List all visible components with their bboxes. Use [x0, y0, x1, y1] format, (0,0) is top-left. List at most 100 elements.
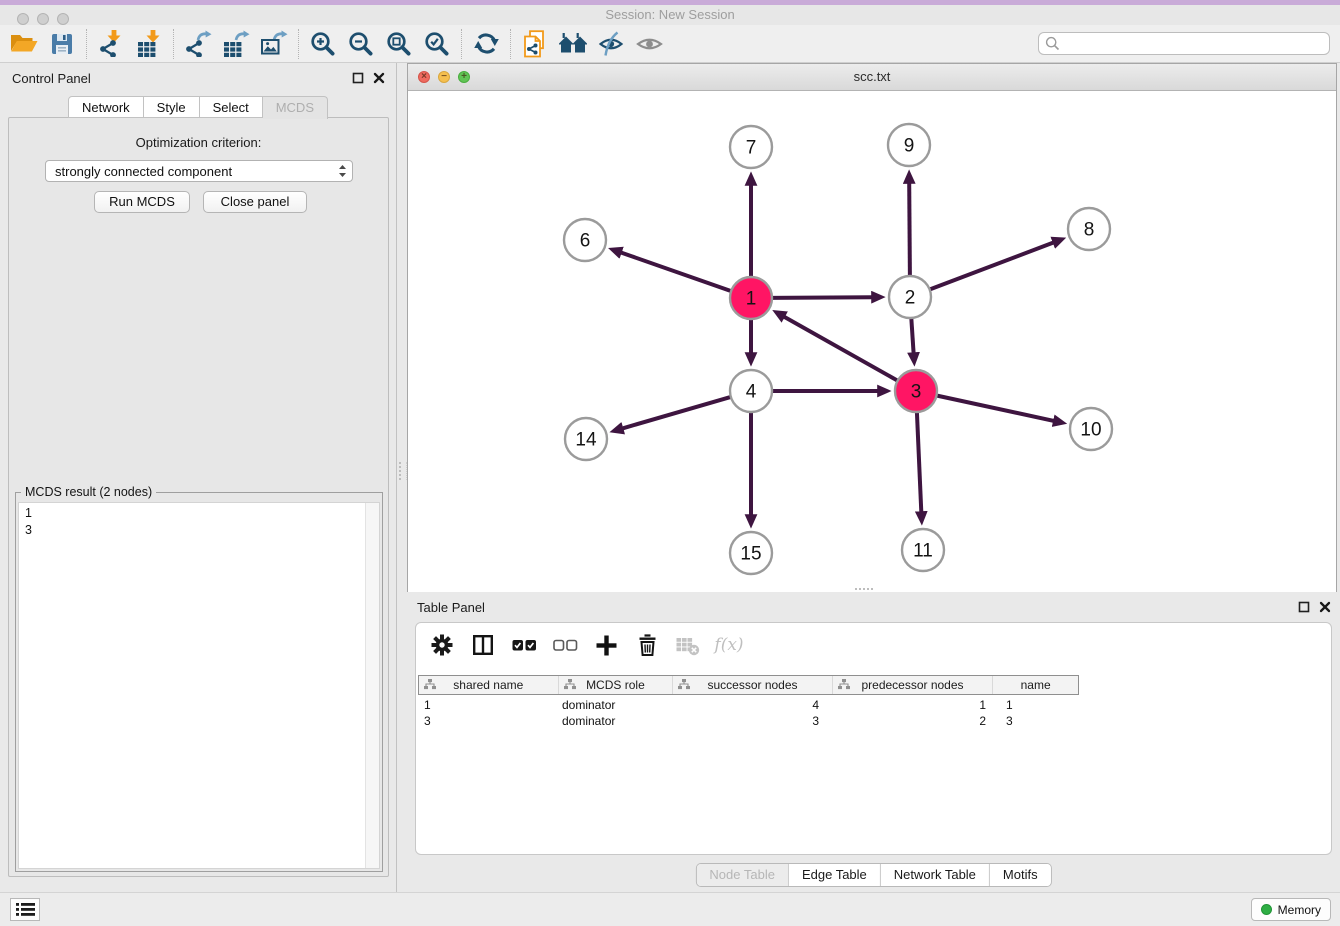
node-6[interactable]: 6: [564, 219, 606, 261]
cell-name[interactable]: 1: [994, 697, 1079, 713]
column-header-mcds-role[interactable]: MCDS role: [559, 676, 674, 694]
zoom-in-button[interactable]: [304, 28, 342, 60]
edge-1-6[interactable]: [621, 253, 731, 292]
column-header-successor-nodes[interactable]: successor nodes: [673, 676, 833, 694]
node-15[interactable]: 15: [730, 532, 772, 574]
network-view-window: × − + scc.txt 7 9 6 8 1 2 4 3 14 10 15 11: [407, 63, 1337, 592]
node-label: 9: [904, 136, 915, 157]
edge-2-8[interactable]: [930, 243, 1054, 290]
column-header-name[interactable]: name: [993, 676, 1078, 694]
network-window-header[interactable]: × − + scc.txt: [408, 64, 1336, 91]
export-image-button[interactable]: [255, 28, 293, 60]
hide-style-button[interactable]: [592, 28, 630, 60]
clone-network-document-button[interactable]: [516, 28, 554, 60]
select-all-checkboxes-button[interactable]: [510, 631, 538, 659]
tab-edge-table[interactable]: Edge Table: [788, 864, 880, 886]
edge-2-3[interactable]: [911, 318, 913, 353]
deselect-all-checkboxes-button[interactable]: [551, 631, 579, 659]
column-header-label: name: [1021, 678, 1051, 692]
search-box[interactable]: [1038, 32, 1330, 55]
import-table-button[interactable]: [130, 28, 168, 60]
mcds-panel: Optimization criterion: strongly connect…: [8, 117, 389, 877]
edge-3-10[interactable]: [937, 396, 1054, 421]
cell-successor-nodes[interactable]: 4: [673, 697, 833, 713]
memory-button[interactable]: Memory: [1251, 898, 1331, 921]
node-7[interactable]: 7: [730, 126, 772, 168]
criterion-select[interactable]: strongly connected component: [45, 160, 353, 182]
table-row[interactable]: 1dominator411: [418, 697, 1079, 713]
export-network-button[interactable]: [179, 28, 217, 60]
close-panel-icon[interactable]: [372, 71, 386, 85]
homes-button[interactable]: [554, 28, 592, 60]
node-1[interactable]: 1: [730, 277, 772, 319]
cell-name[interactable]: 3: [994, 713, 1079, 729]
tab-select[interactable]: Select: [200, 96, 263, 118]
node-9[interactable]: 9: [888, 124, 930, 166]
delete-column-button[interactable]: [633, 631, 661, 659]
cell-predecessor-nodes[interactable]: 1: [833, 697, 994, 713]
export-table-button[interactable]: [217, 28, 255, 60]
task-history-button[interactable]: [10, 898, 40, 921]
settings-gear-button[interactable]: [428, 631, 456, 659]
mcds-result-list[interactable]: 13: [18, 502, 380, 869]
column-header-label: MCDS role: [586, 678, 645, 692]
tab-network-table[interactable]: Network Table: [880, 864, 989, 886]
toolbar-separator: [510, 29, 511, 59]
zoom-check-button[interactable]: [418, 28, 456, 60]
deselect-all-checkboxes-icon: [553, 637, 578, 653]
tab-node-table[interactable]: Node Table: [696, 864, 788, 886]
run-mcds-button[interactable]: Run MCDS: [94, 191, 190, 213]
table-header-row: shared name MCDS role successor nodesprede…: [418, 675, 1079, 695]
add-column-button[interactable]: [592, 631, 620, 659]
cell-shared-name[interactable]: 1: [418, 697, 558, 713]
select-stepper-icon: [338, 164, 352, 178]
search-input[interactable]: [1060, 36, 1329, 51]
open-folder-button[interactable]: [5, 28, 43, 60]
import-network-button[interactable]: [92, 28, 130, 60]
node-4[interactable]: 4: [730, 370, 772, 412]
tab-style[interactable]: Style: [144, 96, 200, 118]
cell-shared-name[interactable]: 3: [418, 713, 558, 729]
close-panel-button[interactable]: Close panel: [203, 191, 307, 213]
node-8[interactable]: 8: [1068, 208, 1110, 250]
column-header-shared-name[interactable]: shared name: [419, 676, 559, 694]
node-2[interactable]: 2: [889, 276, 931, 318]
node-3[interactable]: 3: [895, 370, 937, 412]
cell-mcds-role[interactable]: dominator: [558, 713, 673, 729]
node-11[interactable]: 11: [902, 529, 944, 571]
split-columns-icon: [472, 634, 494, 656]
refresh-button[interactable]: [467, 28, 505, 60]
table-row[interactable]: 3dominator323: [418, 713, 1079, 729]
result-scrollbar[interactable]: [365, 503, 379, 868]
node-14[interactable]: 14: [565, 418, 607, 460]
edge-3-11[interactable]: [917, 412, 921, 512]
eye-button[interactable]: [630, 28, 668, 60]
edge-2-9[interactable]: [909, 183, 910, 276]
edge-4-14[interactable]: [623, 397, 731, 429]
vertical-splitter-handle[interactable]: [399, 462, 407, 480]
float-panel-icon[interactable]: [351, 71, 365, 85]
edge-1-2[interactable]: [772, 297, 872, 298]
cell-predecessor-nodes[interactable]: 2: [833, 713, 994, 729]
cell-successor-nodes[interactable]: 3: [673, 713, 833, 729]
network-canvas[interactable]: 7 9 6 8 1 2 4 3 14 10 15 11: [408, 91, 1336, 592]
node-10[interactable]: 10: [1070, 408, 1112, 450]
edge-3-1[interactable]: [784, 317, 898, 381]
tab-mcds[interactable]: MCDS: [263, 96, 328, 119]
zoom-fit-button[interactable]: [380, 28, 418, 60]
close-table-panel-icon[interactable]: [1318, 600, 1332, 614]
tab-network[interactable]: Network: [68, 96, 144, 118]
criterion-value: strongly connected component: [46, 164, 338, 179]
mcds-result-group: MCDS result (2 nodes) 13: [15, 492, 383, 872]
toolbar-separator: [298, 29, 299, 59]
save-button[interactable]: [43, 28, 81, 60]
tab-motifs[interactable]: Motifs: [989, 864, 1051, 886]
split-columns-button[interactable]: [469, 631, 497, 659]
application-window: Session: New Session Control Panel Netwo…: [0, 0, 1340, 926]
node-table-container: f(x) shared nameMCDS rolesuccessor nodes…: [415, 622, 1332, 855]
float-table-panel-icon[interactable]: [1297, 600, 1311, 614]
column-header-predecessor-nodes[interactable]: predecessor nodes: [833, 676, 994, 694]
cell-mcds-role[interactable]: dominator: [558, 697, 673, 713]
zoom-check-icon: [424, 31, 450, 57]
zoom-out-button[interactable]: [342, 28, 380, 60]
